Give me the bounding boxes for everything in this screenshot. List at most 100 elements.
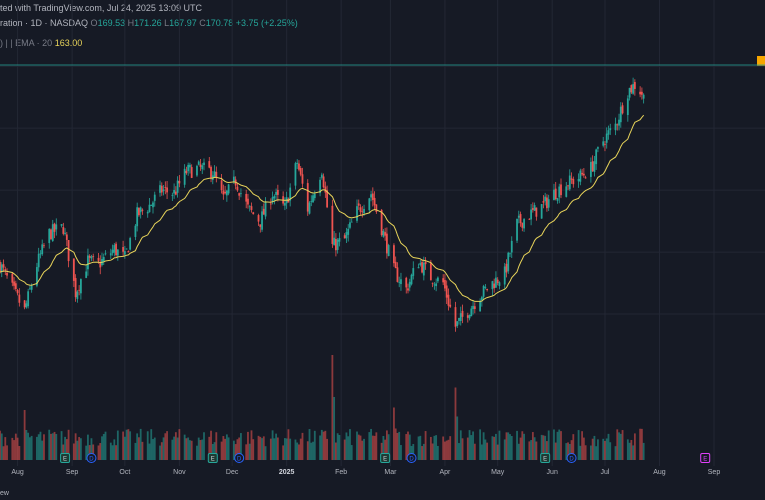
volume-bar: [591, 438, 594, 460]
candle: [407, 283, 409, 294]
volume-bar: [225, 434, 228, 460]
candle: [582, 168, 585, 178]
volume-bar: [176, 437, 179, 460]
svg-text:D: D: [409, 457, 414, 463]
candle: [247, 193, 249, 209]
volume-bar: [41, 440, 44, 460]
volume-bar: [162, 437, 165, 460]
candle: [553, 183, 555, 201]
volume-bar: [398, 431, 401, 460]
candle: [294, 161, 297, 190]
candle: [306, 179, 309, 216]
candle: [39, 250, 42, 259]
candle: [299, 165, 302, 177]
volume-bar: [271, 430, 274, 460]
volume-bar: [289, 438, 292, 460]
volume-bar: [602, 438, 605, 460]
dividend-marker[interactable]: D: [566, 453, 577, 463]
volume-bar: [171, 439, 174, 460]
volume-bar: [496, 444, 499, 460]
candle: [589, 157, 592, 183]
candle: [331, 199, 334, 248]
candle: [633, 79, 636, 96]
volume-bar: [39, 431, 42, 460]
candle: [509, 252, 511, 257]
volume-bar: [25, 430, 28, 460]
candle: [640, 87, 643, 100]
candle: [484, 284, 487, 290]
candle: [373, 191, 376, 210]
volume-bar: [269, 438, 272, 460]
candle: [642, 93, 645, 104]
candle: [11, 272, 14, 287]
x-tick-label: Jul: [600, 469, 609, 476]
volume-bar: [454, 387, 457, 460]
volume-bar: [178, 429, 181, 460]
volume-bar: [338, 435, 341, 460]
candle: [141, 208, 144, 215]
candle: [162, 184, 165, 196]
volume-bar: [257, 435, 260, 460]
candle: [517, 210, 520, 224]
candle: [37, 247, 40, 272]
volume-bar: [503, 439, 506, 460]
volume-bar: [138, 437, 140, 460]
earnings-marker[interactable]: E: [540, 453, 551, 463]
volume-bar: [115, 445, 117, 460]
candle: [554, 181, 557, 201]
candle: [387, 243, 390, 257]
svg-text:E: E: [543, 457, 547, 463]
volume-bar: [458, 443, 460, 460]
candle: [604, 140, 606, 152]
volume-bar: [553, 429, 555, 460]
dividend-marker[interactable]: D: [86, 453, 97, 463]
x-tick-label: Jun: [547, 469, 558, 476]
price-chart[interactable]: E D E D E D E D E Aug Sep Oct Nov Dec 2025 Feb Mar Apr Ma…: [0, 0, 765, 500]
candle: [533, 202, 536, 211]
candle: [153, 191, 156, 207]
volume-bar: [424, 431, 427, 460]
earnings-marker[interactable]: E: [700, 453, 711, 463]
volume-bar: [248, 443, 251, 460]
earnings-marker[interactable]: E: [380, 453, 391, 463]
candle: [421, 259, 423, 274]
volume-bar: [51, 433, 54, 460]
volume-bar: [459, 430, 462, 460]
volume-bar: [445, 440, 448, 460]
volume-bar: [276, 437, 279, 460]
volume-bar: [136, 433, 139, 460]
volume-bar: [220, 441, 223, 460]
candle: [568, 169, 571, 191]
volume-bars: [0, 355, 645, 460]
volume-bar: [510, 436, 513, 460]
candle: [491, 280, 494, 296]
volume-bar: [449, 436, 452, 460]
earnings-marker[interactable]: E: [207, 453, 218, 463]
volume-bar: [336, 433, 339, 460]
event-markers: EDEDEDEDE: [60, 453, 711, 463]
volume-bar: [396, 433, 399, 460]
candle: [546, 194, 548, 212]
volume-bar: [595, 446, 598, 460]
dividend-marker[interactable]: D: [406, 453, 417, 463]
candle: [470, 305, 473, 317]
candle: [25, 300, 28, 309]
candle: [174, 186, 177, 196]
candle: [495, 271, 497, 289]
candle: [459, 306, 462, 326]
candle: [43, 243, 45, 249]
volume-bar: [11, 437, 14, 460]
volume-bar: [345, 432, 348, 460]
earnings-marker[interactable]: E: [60, 453, 71, 463]
volume-bar: [491, 436, 494, 460]
candle: [435, 278, 438, 292]
volume-bar: [531, 432, 534, 460]
candle: [431, 282, 434, 288]
dividend-marker[interactable]: D: [234, 453, 245, 463]
candle: [67, 239, 70, 268]
candle: [160, 182, 163, 196]
candle: [269, 198, 272, 210]
candle: [556, 197, 559, 204]
candle: [412, 261, 415, 280]
candle: [626, 95, 629, 122]
